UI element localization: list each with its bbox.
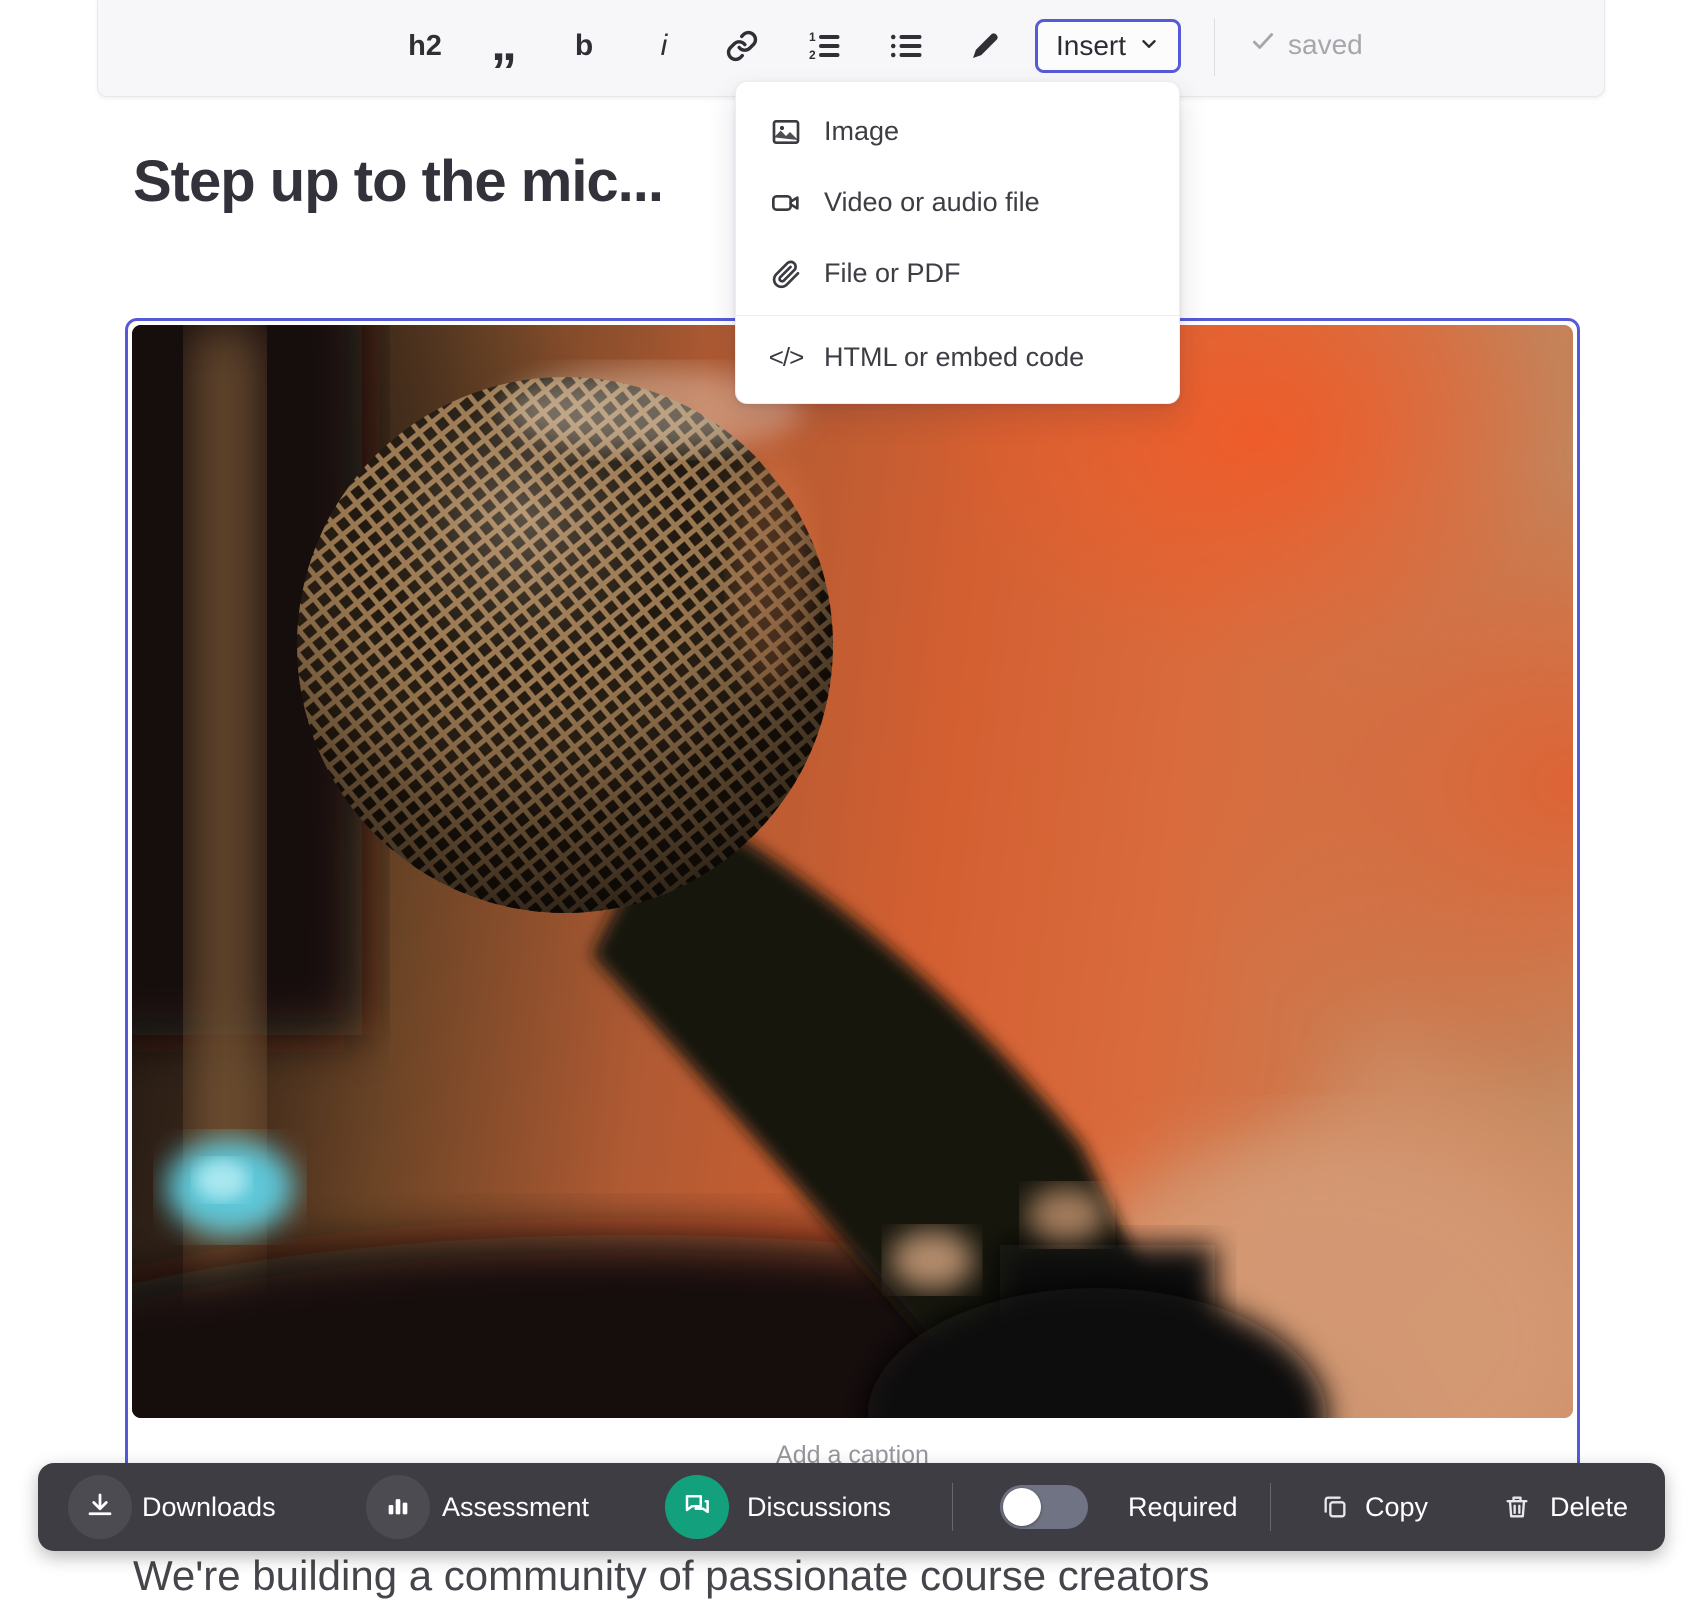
required-toggle[interactable] (1000, 1485, 1088, 1529)
microphone-photo (132, 325, 1573, 1418)
image-icon (769, 116, 803, 148)
bullet-list-icon (888, 28, 924, 64)
lesson-settings-bar: Downloads Assessment Discussions Require… (38, 1463, 1665, 1551)
insert-menu-item-image[interactable]: Image (736, 96, 1179, 167)
delete-button[interactable]: Delete (1550, 1492, 1628, 1523)
insert-button[interactable]: Insert (1035, 19, 1181, 73)
trash-icon (1503, 1493, 1531, 1526)
highlight-button[interactable] (962, 22, 1008, 70)
selected-image-block[interactable]: Add a caption (125, 318, 1580, 1510)
pencil-icon (969, 30, 1001, 62)
save-status-label: saved (1288, 29, 1363, 61)
heading2-button[interactable]: h2 (402, 22, 448, 70)
insert-menu-item-label: File or PDF (824, 258, 961, 289)
bar-divider (1270, 1483, 1271, 1531)
bar-chart-icon (384, 1491, 412, 1524)
chat-bubbles-icon (682, 1490, 712, 1525)
copy-button[interactable]: Copy (1365, 1492, 1428, 1523)
insert-button-label: Insert (1056, 30, 1126, 62)
required-label: Required (1128, 1492, 1238, 1523)
video-icon (769, 187, 803, 219)
lesson-body-text[interactable]: We're building a community of passionate… (133, 1552, 1209, 1600)
downloads-label[interactable]: Downloads (142, 1492, 276, 1523)
insert-menu-item-file[interactable]: File or PDF (736, 238, 1179, 309)
paperclip-icon (769, 258, 803, 290)
blockquote-button[interactable]: ” (481, 22, 527, 96)
bullet-list-button[interactable] (883, 22, 929, 70)
italic-button[interactable]: i (641, 22, 687, 70)
lesson-image[interactable] (132, 325, 1573, 1418)
insert-menu-item-label: Image (824, 116, 899, 147)
toolbar-divider (1214, 18, 1215, 76)
ordered-list-icon: 1 2 (806, 28, 842, 64)
insert-menu-item-label: HTML or embed code (824, 342, 1084, 373)
save-status: saved (1250, 28, 1363, 61)
insert-menu-item-embed[interactable]: </> HTML or embed code (736, 322, 1179, 393)
toggle-knob (1003, 1488, 1041, 1526)
copy-icon (1321, 1493, 1349, 1526)
code-icon: </> (769, 342, 803, 373)
insert-menu-separator (736, 315, 1179, 316)
assessment-button[interactable] (366, 1475, 430, 1539)
svg-text:2: 2 (809, 48, 816, 62)
chevron-down-icon (1138, 30, 1160, 62)
download-icon (85, 1490, 115, 1525)
ordered-list-button[interactable]: 1 2 (801, 22, 847, 70)
insert-menu-item-label: Video or audio file (824, 187, 1040, 218)
link-button[interactable] (719, 22, 765, 70)
assessment-label[interactable]: Assessment (442, 1492, 589, 1523)
link-icon (725, 29, 759, 63)
check-icon (1250, 28, 1276, 61)
discussions-button[interactable] (665, 1475, 729, 1539)
discussions-label[interactable]: Discussions (747, 1492, 891, 1523)
insert-menu-item-video[interactable]: Video or audio file (736, 167, 1179, 238)
insert-menu: Image Video or audio file File or PDF </… (735, 81, 1180, 404)
downloads-button[interactable] (68, 1475, 132, 1539)
svg-text:1: 1 (809, 30, 816, 44)
bold-button[interactable]: b (561, 22, 607, 70)
bar-divider (952, 1483, 953, 1531)
lesson-title[interactable]: Step up to the mic... (133, 148, 663, 215)
